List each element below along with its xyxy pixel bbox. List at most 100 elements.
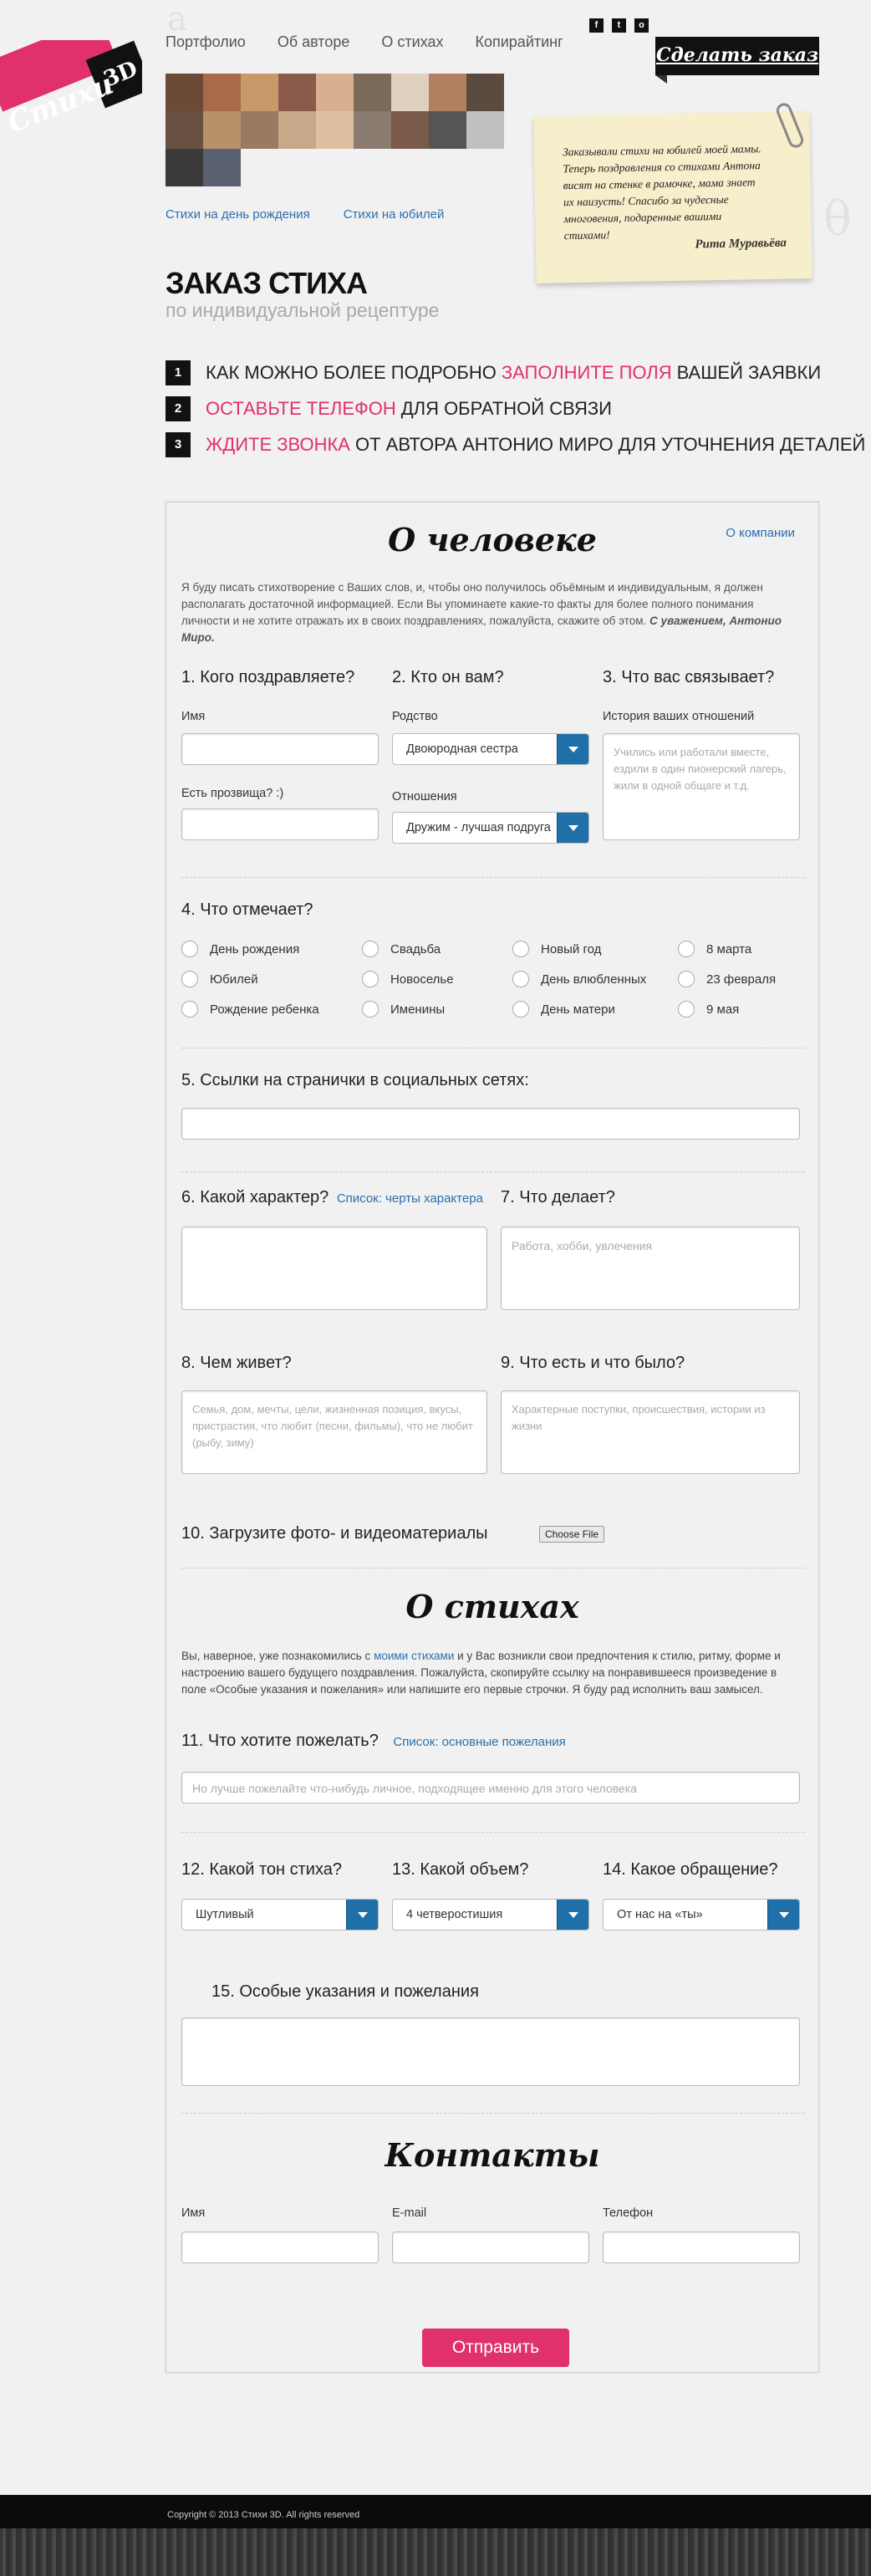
q5-label: 5. Ссылки на странички в социальных сетя…: [181, 1071, 529, 1089]
q6-text: 6. Какой характер?: [181, 1188, 329, 1206]
radio-icon: [181, 971, 198, 987]
step-highlight: Ждите звонка: [206, 433, 350, 455]
facebook-icon[interactable]: f: [589, 18, 604, 33]
event-radio[interactable]: 8 марта: [678, 941, 751, 957]
photo-thumb[interactable]: [466, 74, 504, 111]
q8-label: 8. Чем живет?: [181, 1354, 292, 1372]
section-title-contacts: Контакты: [385, 2136, 600, 2174]
photo-thumb[interactable]: [203, 111, 241, 149]
nav-about-poems[interactable]: О стихах: [381, 33, 443, 51]
photo-thumb[interactable]: [429, 111, 466, 149]
history-events-textarea[interactable]: Характерные поступки, происшествия, исто…: [501, 1390, 800, 1474]
radio-icon: [362, 1001, 379, 1018]
event-radio[interactable]: 23 февраля: [678, 971, 776, 987]
contact-email-input[interactable]: [392, 2232, 589, 2263]
odnoklassniki-icon[interactable]: o: [634, 18, 649, 33]
radio-label: 9 мая: [706, 1002, 740, 1017]
q7-label: 7. Что делает?: [501, 1188, 615, 1206]
character-traits-link[interactable]: Список: черты характера: [337, 1191, 483, 1206]
tone-select[interactable]: Шутливый: [181, 1899, 379, 1931]
link-jubilee-poems[interactable]: Стихи на юбилей: [344, 207, 445, 222]
photo-thumb[interactable]: [391, 74, 429, 111]
submit-button[interactable]: Отправить: [422, 2329, 569, 2367]
event-radio[interactable]: 9 мая: [678, 1001, 739, 1018]
step-number: 1: [166, 360, 191, 385]
footer: Copyright © 2013 Стихи 3D. All rights re…: [0, 2495, 871, 2576]
section-title-poems: О стихах: [405, 1588, 579, 1625]
logo[interactable]: Стихи 3D: [0, 40, 142, 132]
photo-thumb[interactable]: [466, 111, 504, 149]
event-radio[interactable]: Новоселье: [362, 971, 454, 987]
relations-label: Отношения: [392, 790, 457, 803]
photo-thumb[interactable]: [166, 149, 203, 186]
order-steps: 1 Как можно более подробно заполните поля в…: [166, 355, 865, 462]
event-radio[interactable]: День влюбленных: [512, 971, 646, 987]
q12-label: 12. Какой тон стиха?: [181, 1860, 342, 1879]
relations-value: Дружим - лучшая подруга: [406, 821, 551, 834]
wishes-list-link[interactable]: Список: основные пожелания: [393, 1735, 565, 1749]
my-poems-link[interactable]: моими стихами: [374, 1650, 454, 1662]
nickname-label: Есть прозвища? :): [181, 787, 284, 800]
name-input[interactable]: [181, 733, 379, 765]
contact-phone-input[interactable]: [603, 2232, 800, 2263]
about-company-link[interactable]: О компании: [726, 526, 795, 540]
radio-label: День матери: [541, 1002, 615, 1017]
event-radio[interactable]: День рождения: [181, 941, 299, 957]
photo-thumb[interactable]: [316, 111, 354, 149]
choose-file-button[interactable]: Choose File: [539, 1526, 605, 1543]
step-3: 3 Ждите звонка от автора Антонио Миро для …: [166, 426, 865, 462]
photo-thumb[interactable]: [354, 111, 391, 149]
lifestyle-textarea[interactable]: Семья, дом, мечты, цели, жизненная позиц…: [181, 1390, 487, 1474]
photo-thumb[interactable]: [429, 74, 466, 111]
photo-thumb[interactable]: [354, 74, 391, 111]
address-value: От нас на «ты»: [617, 1908, 703, 1921]
q15-label: 15. Особые указания и пожелания: [211, 1982, 479, 2001]
q1-label: 1. Кого поздравляете?: [181, 668, 355, 686]
photo-thumb[interactable]: [278, 111, 316, 149]
copyright: Copyright © 2013 Стихи 3D. All rights re…: [167, 2510, 360, 2520]
order-form: О человеке О компании Я буду писать стих…: [166, 502, 819, 2373]
history-textarea[interactable]: Учились или работали вместе, ездили в од…: [603, 733, 800, 840]
category-links: Стихи на день рождения Стихи на юбилей: [166, 207, 444, 222]
photo-thumb[interactable]: [278, 74, 316, 111]
photo-thumb[interactable]: [241, 74, 278, 111]
link-birthday-poems[interactable]: Стихи на день рождения: [166, 207, 310, 222]
nav-copywriting[interactable]: Копирайтинг: [476, 33, 563, 51]
radio-label: Юбилей: [210, 972, 258, 987]
photo-thumb[interactable]: [203, 74, 241, 111]
wishes-input[interactable]: Но лучше пожелайте что-нибудь личное, по…: [181, 1772, 800, 1803]
address-select[interactable]: От нас на «ты»: [603, 1899, 800, 1931]
photo-thumb[interactable]: [203, 149, 241, 186]
photo-thumb[interactable]: [316, 74, 354, 111]
volume-select[interactable]: 4 четверостишия: [392, 1899, 589, 1931]
photo-thumb[interactable]: [166, 74, 203, 111]
relations-select[interactable]: Дружим - лучшая подруга: [392, 812, 589, 844]
event-radio[interactable]: Рождение ребенка: [181, 1001, 319, 1018]
radio-icon: [678, 1001, 695, 1018]
radio-label: День рождения: [210, 941, 300, 956]
character-textarea[interactable]: [181, 1227, 487, 1310]
nav-about-author[interactable]: Об авторе: [278, 33, 350, 51]
social-links-input[interactable]: [181, 1108, 800, 1140]
kinship-select[interactable]: Двоюродная сестра: [392, 733, 589, 765]
event-radio[interactable]: Новый год: [512, 941, 601, 957]
event-radio[interactable]: Именины: [362, 1001, 445, 1018]
intro-poems: Вы, наверное, уже познакомились с моими …: [181, 1648, 798, 1698]
nav-portfolio[interactable]: Портфолио: [166, 33, 246, 51]
photo-thumb[interactable]: [166, 111, 203, 149]
event-radio[interactable]: День матери: [512, 1001, 615, 1018]
radio-icon: [512, 971, 529, 987]
page-title: ЗАКАЗ СТИХА: [166, 266, 368, 300]
contact-name-input[interactable]: [181, 2232, 379, 2263]
nickname-input[interactable]: [181, 809, 379, 840]
activity-textarea[interactable]: Работа, хобби, увлечения: [501, 1227, 800, 1310]
photo-thumb[interactable]: [241, 111, 278, 149]
contact-email-label: E-mail: [392, 2206, 427, 2220]
radio-label: Свадьба: [390, 941, 441, 956]
order-button[interactable]: Сделать заказ: [655, 37, 819, 84]
event-radio[interactable]: Свадьба: [362, 941, 441, 957]
event-radio[interactable]: Юбилей: [181, 971, 258, 987]
special-instructions-textarea[interactable]: [181, 2017, 800, 2086]
twitter-icon[interactable]: t: [612, 18, 626, 33]
photo-thumb[interactable]: [391, 111, 429, 149]
